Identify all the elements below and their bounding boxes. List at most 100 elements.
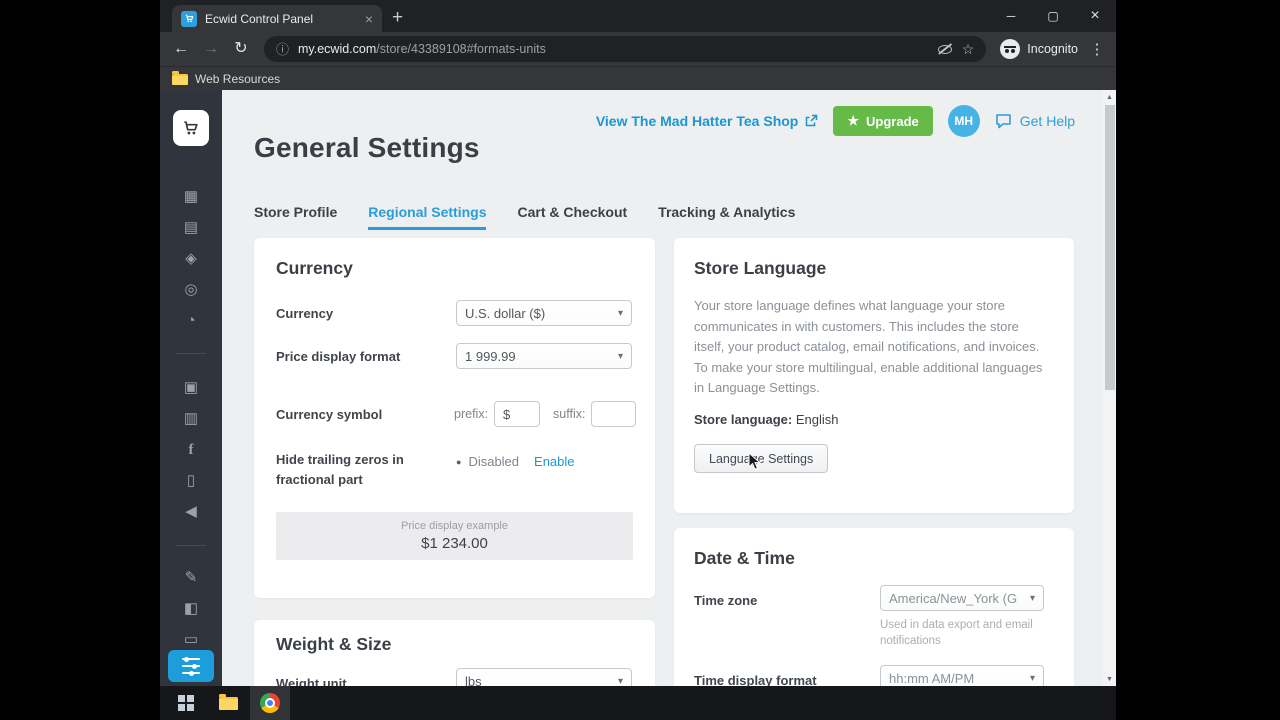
tab-close-icon[interactable]: × [365, 12, 373, 26]
windows-logo-icon [178, 695, 194, 711]
time-format-select[interactable]: hh:mm AM/PM ▾ [880, 665, 1044, 686]
hide-zeros-label: Hide trailing zeros in fractional part [276, 452, 404, 487]
weight-size-card: Weight & Size Weight unit lbs ▾ [254, 620, 655, 686]
top-header: View The Mad Hatter Tea Shop ★ Upgrade M… [596, 105, 1075, 137]
catalog-icon[interactable]: ◈ [160, 248, 222, 270]
time-zone-select[interactable]: America/New_York (G ▾ [880, 585, 1044, 611]
browser-menu-icon[interactable]: ⋮ [1086, 40, 1108, 58]
ecwid-favicon-icon [181, 10, 197, 27]
dashboard-icon[interactable]: ▦ [160, 186, 222, 208]
scrollbar-thumb[interactable] [1104, 105, 1115, 390]
file-explorer-button[interactable] [208, 686, 248, 720]
main-area: View The Mad Hatter Tea Shop ★ Upgrade M… [222, 90, 1103, 686]
language-card-title: Store Language [694, 258, 827, 278]
price-format-select[interactable]: 1 999.99 ▾ [456, 343, 632, 369]
chevron-down-icon: ▾ [1029, 592, 1035, 604]
folder-icon [218, 693, 238, 710]
zeros-status: Disabled [468, 454, 520, 469]
currency-select[interactable]: U.S. dollar ($) ▾ [456, 300, 632, 326]
address-bar[interactable]: ⓘ my.ecwid.com/store/43389108#formats-un… [264, 36, 987, 62]
eye-off-icon[interactable] [937, 42, 953, 56]
website-icon[interactable]: ▥ [160, 408, 222, 430]
browser-tab[interactable]: Ecwid Control Panel × [172, 5, 382, 32]
incognito-label: Incognito [1027, 42, 1078, 56]
scroll-up-icon[interactable]: ▲ [1103, 90, 1116, 104]
store-language-line: Store language: English [694, 412, 839, 427]
page-content: ▦ ▤ ◈ ◎ ◔ ▣ ▥ f ▯ ◀ ✎ ◧ ▭ View The Mad H… [160, 90, 1116, 686]
new-tab-button[interactable]: + [392, 8, 403, 27]
suffix-input[interactable] [591, 401, 637, 427]
tab-strip: Ecwid Control Panel × + ─ ▢ × [160, 0, 1116, 32]
get-help-button[interactable]: Get Help [995, 113, 1075, 129]
forward-icon[interactable]: → [198, 41, 224, 57]
datetime-card-title: Date & Time [694, 548, 795, 568]
sidebar-divider [176, 545, 206, 546]
shipping-icon[interactable]: ▭ [160, 629, 222, 651]
site-info-icon[interactable]: ⓘ [276, 43, 289, 56]
weight-unit-label: Weight unit [276, 676, 347, 686]
price-format-label: Price display format [276, 349, 401, 364]
screen: Ecwid Control Panel × + ─ ▢ × ← → ↻ ⓘ my… [0, 0, 1280, 720]
bookmark-star-icon[interactable]: ☆ [962, 42, 975, 56]
facebook-icon[interactable]: f [160, 439, 222, 461]
marketing-icon[interactable]: ◀ [160, 501, 222, 523]
time-zone-hint: Used in data export and email notificati… [880, 619, 1033, 647]
minimize-button[interactable]: ─ [990, 0, 1032, 32]
currency-field-label: Currency [276, 306, 334, 321]
incognito-badge: Incognito [1000, 39, 1078, 59]
price-example-box: Price display example $1 234.00 [276, 512, 633, 560]
tab-cart-checkout[interactable]: Cart & Checkout [517, 204, 627, 230]
back-icon[interactable]: ← [168, 41, 194, 57]
taskbar [160, 686, 1116, 720]
language-settings-button[interactable]: Language Settings [694, 444, 829, 473]
suffix-label: suffix: [553, 407, 586, 421]
upgrade-button[interactable]: ★ Upgrade [833, 106, 933, 136]
orders-icon[interactable]: ▤ [160, 217, 222, 239]
avatar[interactable]: MH [947, 105, 980, 137]
chat-bubble-icon [995, 114, 1011, 129]
vertical-scrollbar[interactable]: ▲ ▼ [1103, 90, 1116, 686]
prefix-input[interactable] [494, 401, 541, 427]
reports-icon[interactable]: ◔ [160, 310, 222, 332]
get-help-label: Get Help [1019, 113, 1075, 129]
view-store-link[interactable]: View The Mad Hatter Tea Shop [596, 113, 819, 129]
bookmark-item[interactable]: Web Resources [195, 72, 280, 86]
tab-tracking-analytics[interactable]: Tracking & Analytics [658, 204, 795, 230]
chevron-down-icon: ▾ [617, 350, 623, 362]
mobile-icon[interactable]: ▯ [160, 470, 222, 492]
sync-icon[interactable]: ◎ [160, 279, 222, 301]
sidebar: ▦ ▤ ◈ ◎ ◔ ▣ ▥ f ▯ ◀ ✎ ◧ ▭ [160, 90, 222, 686]
settings-icon[interactable] [168, 650, 214, 682]
tab-store-profile[interactable]: Store Profile [254, 204, 337, 230]
tab-regional-settings[interactable]: Regional Settings [368, 204, 487, 230]
enable-link[interactable]: Enable [534, 454, 574, 469]
scroll-down-icon[interactable]: ▼ [1103, 672, 1116, 686]
language-description: Your store language defines what languag… [694, 298, 1043, 395]
store-language-value: English [795, 412, 839, 427]
sales-channels-icon[interactable]: ▣ [160, 377, 222, 399]
design-icon[interactable]: ✎ [160, 567, 222, 589]
currency-card: Currency Currency U.S. dollar ($) ▾ Price… [254, 238, 655, 598]
weight-unit-select[interactable]: lbs ▾ [456, 668, 632, 686]
star-icon: ★ [847, 113, 860, 128]
apps-icon[interactable]: ◧ [160, 598, 222, 620]
price-example-caption: Price display example [401, 520, 508, 532]
page-title: General Settings [254, 132, 480, 163]
weight-card-title: Weight & Size [276, 634, 392, 654]
hide-zeros-control: ● Disabled Enable [456, 454, 575, 469]
currency-card-title: Currency [276, 258, 353, 278]
radio-bullet-icon: ● [456, 457, 462, 467]
start-button[interactable] [166, 686, 206, 720]
chevron-down-icon: ▾ [1029, 672, 1035, 684]
maximize-button[interactable]: ▢ [1032, 0, 1074, 32]
chrome-button[interactable] [250, 686, 290, 720]
bookmark-folder-icon [172, 70, 188, 85]
currency-symbol-row: prefix: suffix: [454, 401, 637, 427]
close-button[interactable]: × [1074, 0, 1116, 32]
browser-toolbar: ← → ↻ ⓘ my.ecwid.com/store/43389108#form… [160, 32, 1116, 66]
chrome-icon [260, 693, 280, 713]
ecwid-logo[interactable] [173, 110, 209, 146]
chevron-down-icon: ▾ [617, 307, 623, 319]
time-format-label: Time display format [694, 673, 817, 686]
reload-icon[interactable]: ↻ [228, 41, 254, 57]
